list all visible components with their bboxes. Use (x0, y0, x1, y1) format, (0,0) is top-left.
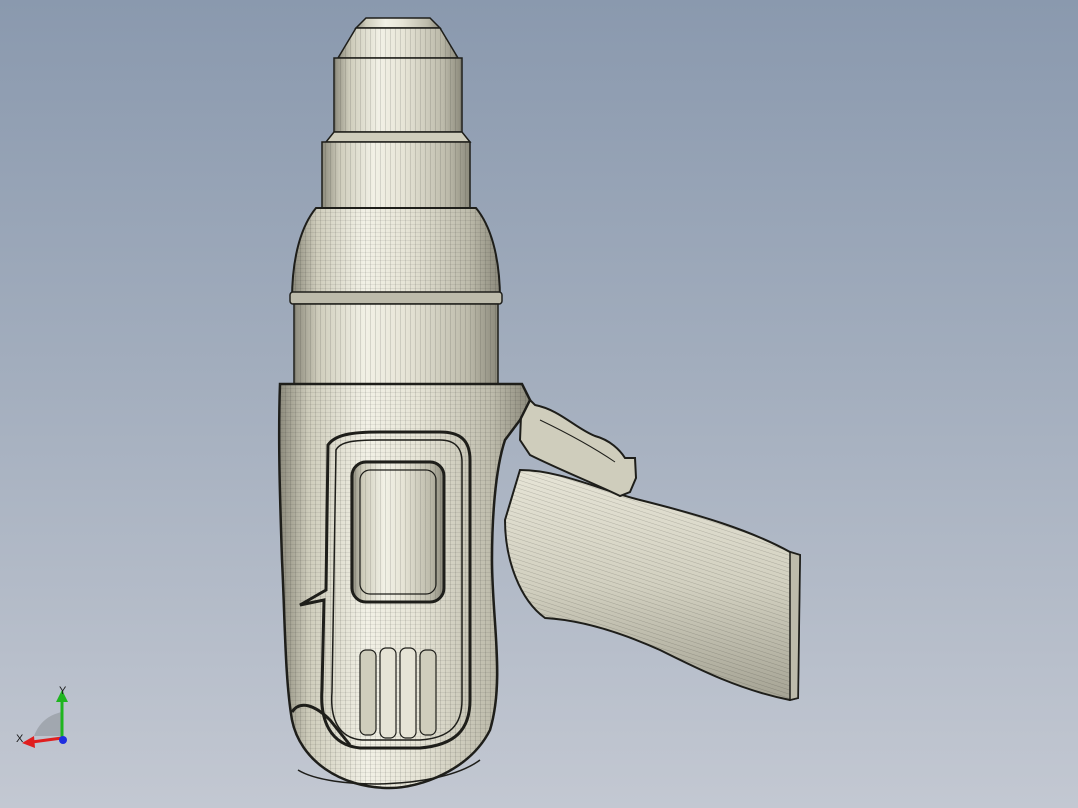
axis-x-label: X (16, 733, 24, 745)
handle-grip (503, 468, 802, 702)
chuck-tip (324, 17, 472, 143)
drill-body (277, 382, 532, 790)
vent-window (350, 460, 446, 604)
chuck-collar (321, 141, 471, 209)
motor-neck (293, 303, 499, 387)
graphics-viewport[interactable]: Y X (0, 0, 1078, 808)
triad-graphic (22, 690, 68, 748)
axis-y-label: Y (59, 685, 67, 697)
drill-model[interactable] (0, 0, 1078, 808)
orientation-triad: Y X (10, 682, 80, 758)
chuck-dome (289, 207, 503, 305)
